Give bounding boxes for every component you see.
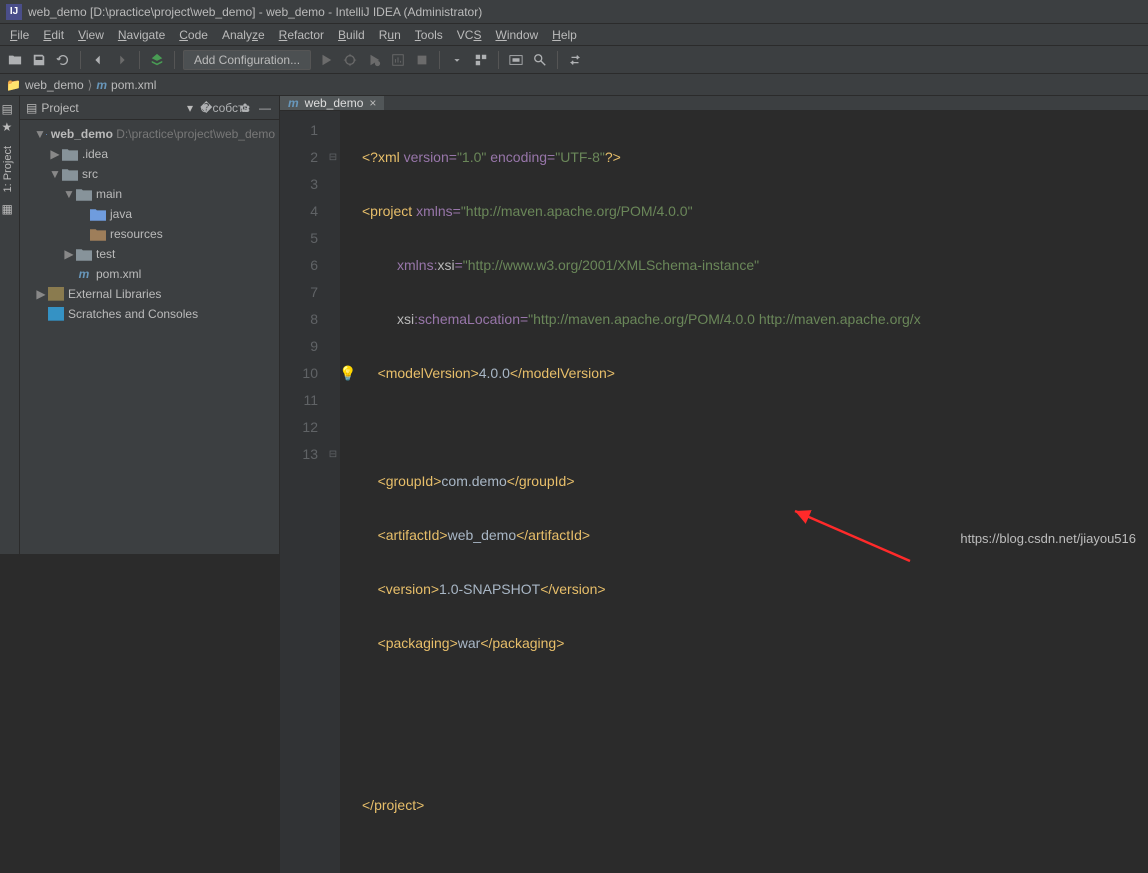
separator: [80, 51, 81, 69]
menu-window[interactable]: Window: [489, 26, 544, 44]
menu-view[interactable]: View: [72, 26, 110, 44]
editor-area: m web_demo × 12345678910111213 ⊟⊟ 💡 <?xm…: [280, 96, 1148, 554]
line-gutter: 12345678910111213: [280, 111, 326, 873]
editor-tab-active[interactable]: m web_demo ×: [280, 96, 384, 110]
title-bar: IJ web_demo [D:\practice\project\web_dem…: [0, 0, 1148, 24]
menu-file[interactable]: File: [4, 26, 35, 44]
sync-icon[interactable]: [566, 51, 584, 69]
forward-icon[interactable]: [113, 51, 131, 69]
folder-icon: 📁: [6, 78, 21, 92]
tab-label: web_demo: [305, 96, 364, 110]
fold-open-icon[interactable]: ⊟: [326, 144, 340, 171]
close-tab-icon[interactable]: ×: [369, 96, 376, 110]
menu-navigate[interactable]: Navigate: [112, 26, 171, 44]
tree-label: web_demo: [51, 127, 113, 141]
tree-root[interactable]: ▼web_demo D:\practice\project\web_demo: [20, 124, 279, 144]
dropdown-icon[interactable]: ▾: [187, 101, 193, 115]
breadcrumb: 📁 web_demo ⟩ m pom.xml: [0, 74, 1148, 96]
main-toolbar: Add Configuration...: [0, 46, 1148, 74]
tree-scratches[interactable]: Scratches and Consoles: [20, 304, 279, 324]
tree-label: .idea: [82, 147, 108, 161]
project-panel: ▤ Project ▾ ⊕ �собств ✿ — ▼web_demo D:\p…: [20, 96, 280, 554]
maven-icon: m: [96, 78, 107, 92]
project-panel-title-icon: ▤: [26, 101, 37, 115]
tree-idea[interactable]: ▶.idea: [20, 144, 279, 164]
project-structure-icon[interactable]: [472, 51, 490, 69]
tree-resources[interactable]: resources: [20, 224, 279, 244]
breadcrumb-root[interactable]: web_demo: [25, 78, 84, 92]
menu-run[interactable]: Run: [373, 26, 407, 44]
favorites-icon[interactable]: ★: [2, 120, 18, 136]
tree-java[interactable]: java: [20, 204, 279, 224]
code-editor[interactable]: 12345678910111213 ⊟⊟ 💡 <?xml version="1.…: [280, 111, 1148, 873]
project-panel-header: ▤ Project ▾ ⊕ �собств ✿ —: [20, 96, 279, 120]
tree-label: java: [110, 207, 132, 221]
coverage-icon[interactable]: [365, 51, 383, 69]
breadcrumb-separator: ⟩: [88, 78, 93, 92]
separator: [557, 51, 558, 69]
debug-icon[interactable]: [341, 51, 359, 69]
separator: [498, 51, 499, 69]
save-icon[interactable]: [30, 51, 48, 69]
tree-main[interactable]: ▼main: [20, 184, 279, 204]
left-tool-strip: ▤ ★ 1: Project ▦: [0, 96, 20, 554]
project-tool-tab[interactable]: 1: Project: [0, 138, 16, 200]
open-icon[interactable]: [6, 51, 24, 69]
tree-label: test: [96, 247, 115, 261]
menu-bar: File Edit View Navigate Code Analyze Ref…: [0, 24, 1148, 46]
separator: [439, 51, 440, 69]
intellij-icon: IJ: [6, 4, 22, 20]
tree-label: src: [82, 167, 98, 181]
menu-code[interactable]: Code: [173, 26, 214, 44]
todo-icon[interactable]: ▦: [2, 202, 18, 218]
intention-gutter: 💡: [340, 111, 356, 873]
gear-icon[interactable]: ✿: [237, 100, 253, 116]
tree-pom[interactable]: mpom.xml: [20, 264, 279, 284]
project-panel-title: Project: [41, 101, 183, 115]
breadcrumb-file[interactable]: pom.xml: [111, 78, 156, 92]
profiler-icon[interactable]: [389, 51, 407, 69]
editor-tabs: m web_demo ×: [280, 96, 1148, 111]
tree-label: Scratches and Consoles: [68, 307, 198, 321]
menu-build[interactable]: Build: [332, 26, 371, 44]
vcs-update-icon[interactable]: [448, 51, 466, 69]
tree-label: main: [96, 187, 122, 201]
run-configuration-dropdown[interactable]: Add Configuration...: [183, 50, 311, 70]
run-icon[interactable]: [317, 51, 335, 69]
settings-icon[interactable]: [507, 51, 525, 69]
tree-external-libraries[interactable]: ▶External Libraries: [20, 284, 279, 304]
lightbulb-icon[interactable]: 💡: [339, 360, 356, 387]
menu-refactor[interactable]: Refactor: [273, 26, 330, 44]
expand-all-icon[interactable]: �собств: [217, 100, 233, 116]
hide-icon[interactable]: —: [257, 100, 273, 116]
project-tree: ▼web_demo D:\practice\project\web_demo ▶…: [20, 120, 279, 328]
build-icon[interactable]: [148, 51, 166, 69]
menu-edit[interactable]: Edit: [37, 26, 70, 44]
structure-icon[interactable]: ▤: [2, 102, 18, 118]
tree-path: D:\practice\project\web_demo: [116, 127, 275, 141]
fold-close-icon[interactable]: ⊟: [326, 441, 340, 468]
search-icon[interactable]: [531, 51, 549, 69]
tree-test[interactable]: ▶test: [20, 244, 279, 264]
back-icon[interactable]: [89, 51, 107, 69]
maven-icon: m: [288, 96, 299, 110]
tree-label: External Libraries: [68, 287, 161, 301]
window-title: web_demo [D:\practice\project\web_demo] …: [28, 5, 482, 19]
watermark: https://blog.csdn.net/jiayou516: [960, 531, 1136, 546]
menu-vcs[interactable]: VCS: [451, 26, 488, 44]
stop-icon[interactable]: [413, 51, 431, 69]
menu-analyze[interactable]: Analyze: [216, 26, 271, 44]
menu-help[interactable]: Help: [546, 26, 583, 44]
refresh-icon[interactable]: [54, 51, 72, 69]
separator: [139, 51, 140, 69]
fold-gutter: ⊟⊟: [326, 111, 340, 873]
separator: [174, 51, 175, 69]
code-content[interactable]: <?xml version="1.0" encoding="UTF-8"?> <…: [356, 111, 921, 873]
tree-label: pom.xml: [96, 267, 141, 281]
tree-label: resources: [110, 227, 163, 241]
menu-tools[interactable]: Tools: [409, 26, 449, 44]
tree-src[interactable]: ▼src: [20, 164, 279, 184]
